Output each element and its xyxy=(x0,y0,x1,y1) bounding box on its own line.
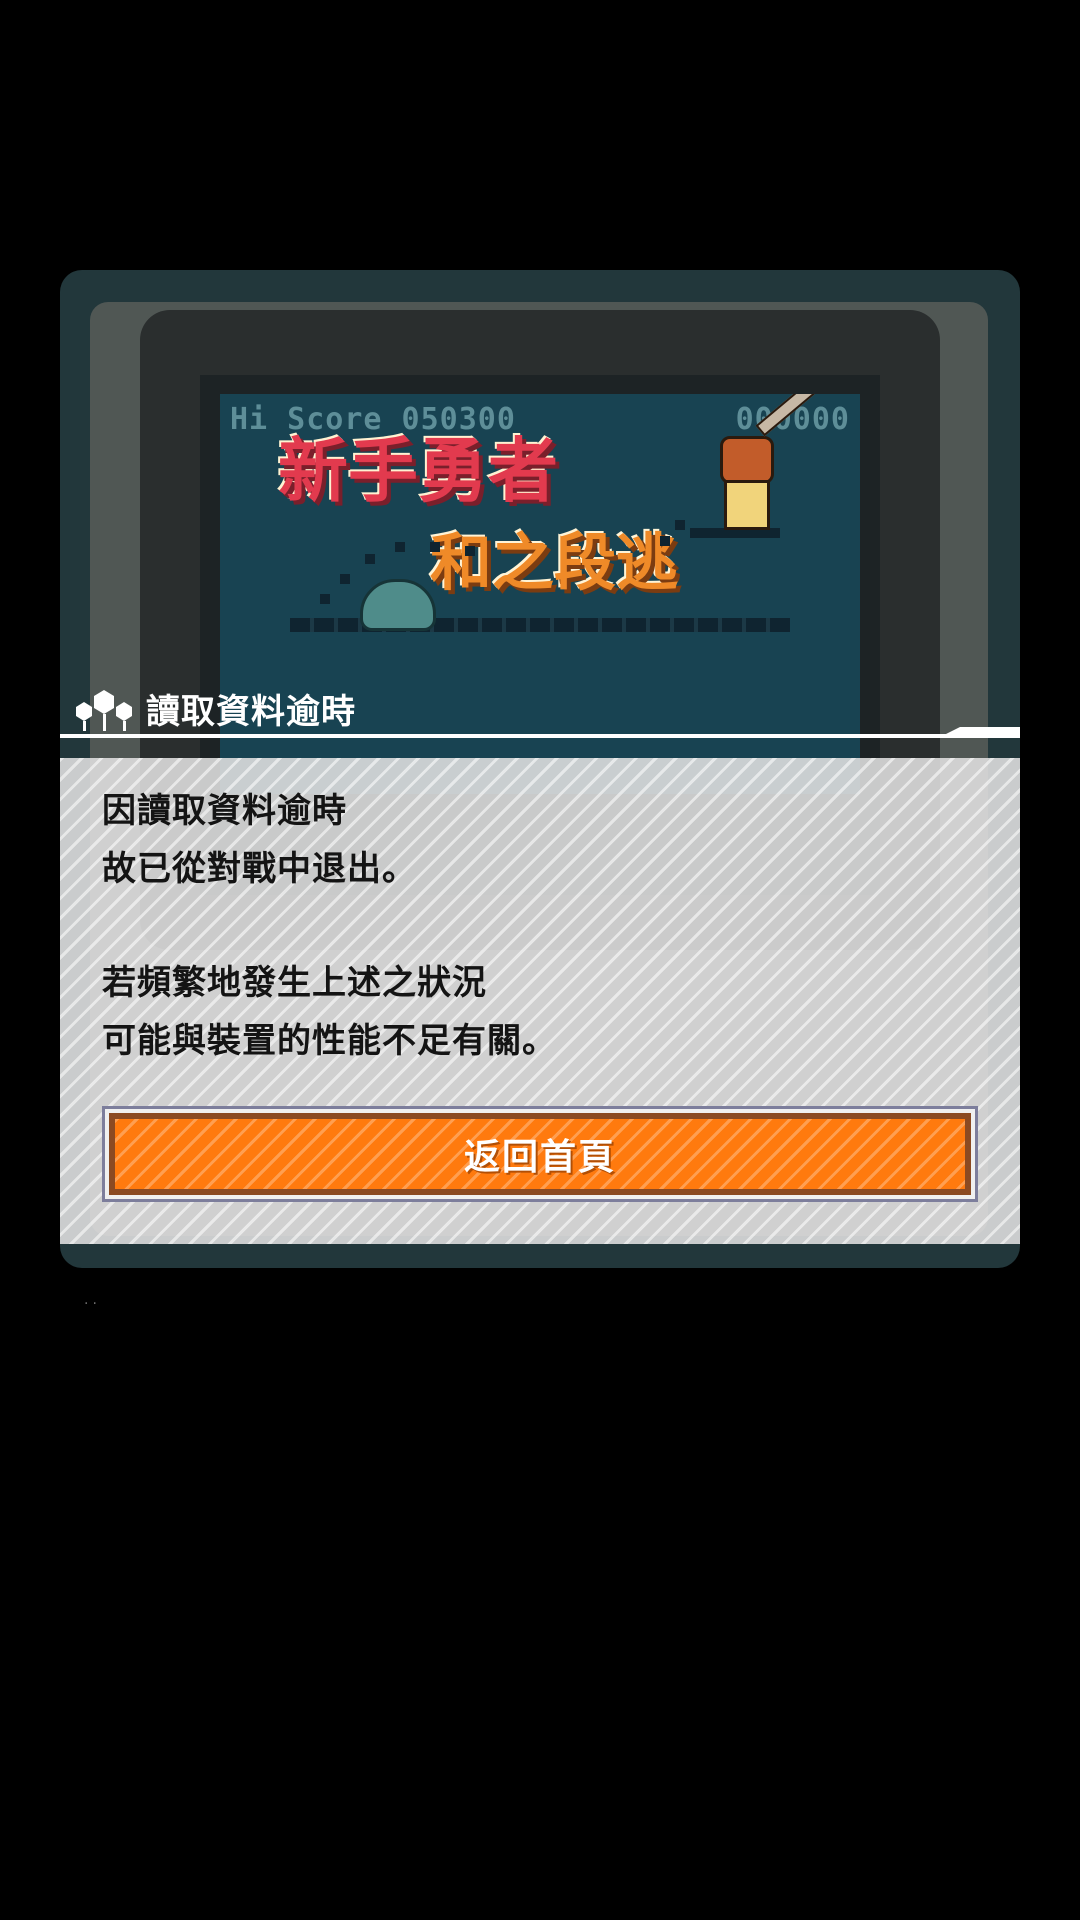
pixel-dot xyxy=(340,574,350,584)
message-line: 因讀取資料逾時 xyxy=(102,791,347,831)
message-line: 若頻繁地發生上述之狀況 xyxy=(102,963,487,1003)
return-home-button-border: 返回首頁 xyxy=(105,1109,975,1199)
pixel-dot xyxy=(465,546,475,556)
return-home-button-label: 返回首頁 xyxy=(115,1119,965,1189)
hexagon-nodes-icon xyxy=(76,690,132,731)
pixel-dot xyxy=(675,520,685,530)
hero-body xyxy=(724,480,770,530)
return-home-button[interactable]: 返回首頁 xyxy=(102,1106,978,1202)
dialog-body: 因讀取資料逾時 故已從對戰中退出。 若頻繁地發生上述之狀況 可能與裝置的性能不足… xyxy=(60,758,1020,1244)
game-subtitle: 和之段逃 xyxy=(430,526,679,599)
dialog-header-divider xyxy=(60,734,1020,738)
pixel-dot xyxy=(430,542,440,552)
pixel-dot xyxy=(320,594,330,604)
hero-head xyxy=(720,436,774,484)
pixel-dot xyxy=(395,542,405,552)
dialog-title: 讀取資料逾時 xyxy=(146,692,356,732)
game-title: 新手勇者 xyxy=(278,430,558,512)
slime-sprite xyxy=(360,579,436,631)
pixel-dot xyxy=(660,536,670,546)
dialog-header: 讀取資料逾時 xyxy=(60,680,1020,738)
loading-dots: ·· xyxy=(84,1296,101,1312)
message-line: 故已從對戰中退出。 xyxy=(102,849,417,889)
hero-sprite xyxy=(710,436,780,530)
pixel-dot xyxy=(365,554,375,564)
message-line: 可能與裝置的性能不足有關。 xyxy=(102,1021,557,1061)
